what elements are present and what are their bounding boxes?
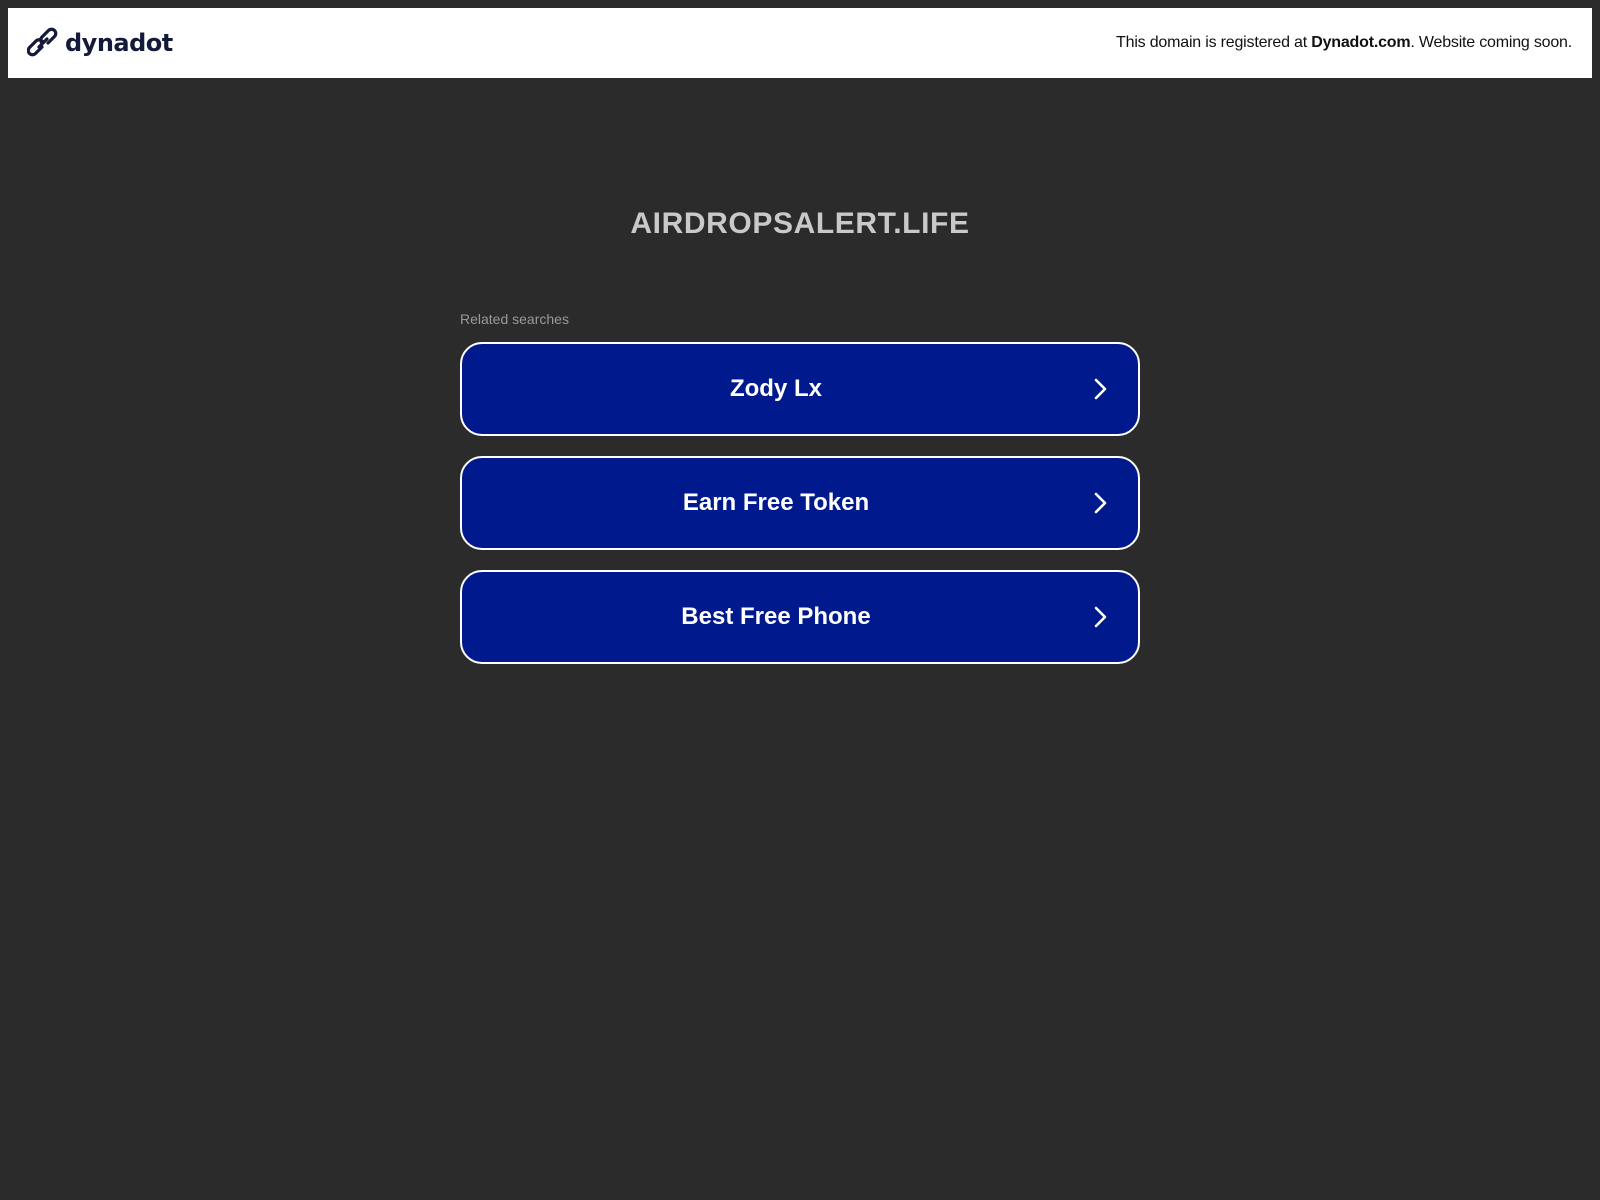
chevron-right-icon: [1094, 606, 1107, 628]
chain-link-icon: [27, 27, 58, 57]
search-button-best-free-phone[interactable]: Best Free Phone: [460, 570, 1140, 664]
domain-title: AIRDROPSALERT.LIFE: [630, 207, 970, 240]
chevron-right-icon: [1094, 492, 1107, 514]
chevron-right-icon: [1094, 378, 1107, 400]
notice-suffix: . Website coming soon.: [1410, 34, 1572, 51]
search-button-label: Zody Lx: [729, 375, 822, 402]
brand-name: dynadot: [65, 29, 173, 57]
top-bar: dynadot This domain is registered at Dyn…: [8, 8, 1592, 78]
related-searches-label: Related searches: [460, 311, 569, 327]
dynadot-link[interactable]: Dynadot.com: [1311, 34, 1410, 51]
search-button-label: Earn Free Token: [682, 489, 870, 516]
notice-prefix: This domain is registered at: [1116, 34, 1312, 51]
search-button-zody-lx[interactable]: Zody Lx: [460, 342, 1140, 436]
search-button-earn-free-token[interactable]: Earn Free Token: [460, 456, 1140, 550]
registration-notice: This domain is registered at Dynadot.com…: [1116, 34, 1572, 52]
related-searches-list: Zody Lx Earn Free Token Best Free Phone: [460, 342, 1140, 684]
dynadot-logo-link[interactable]: dynadot: [27, 27, 173, 59]
search-button-label: Best Free Phone: [681, 603, 871, 630]
